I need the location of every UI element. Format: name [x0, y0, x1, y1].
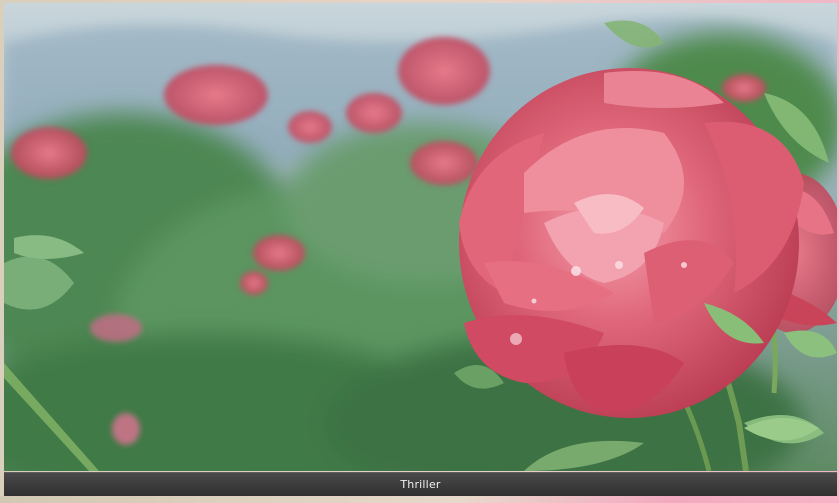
caption-title: Thriller [400, 478, 441, 491]
rose-photo [4, 3, 837, 471]
bottom-strip [0, 496, 839, 503]
image-viewer: Thriller [0, 0, 839, 503]
caption-bar: Thriller [4, 472, 837, 496]
